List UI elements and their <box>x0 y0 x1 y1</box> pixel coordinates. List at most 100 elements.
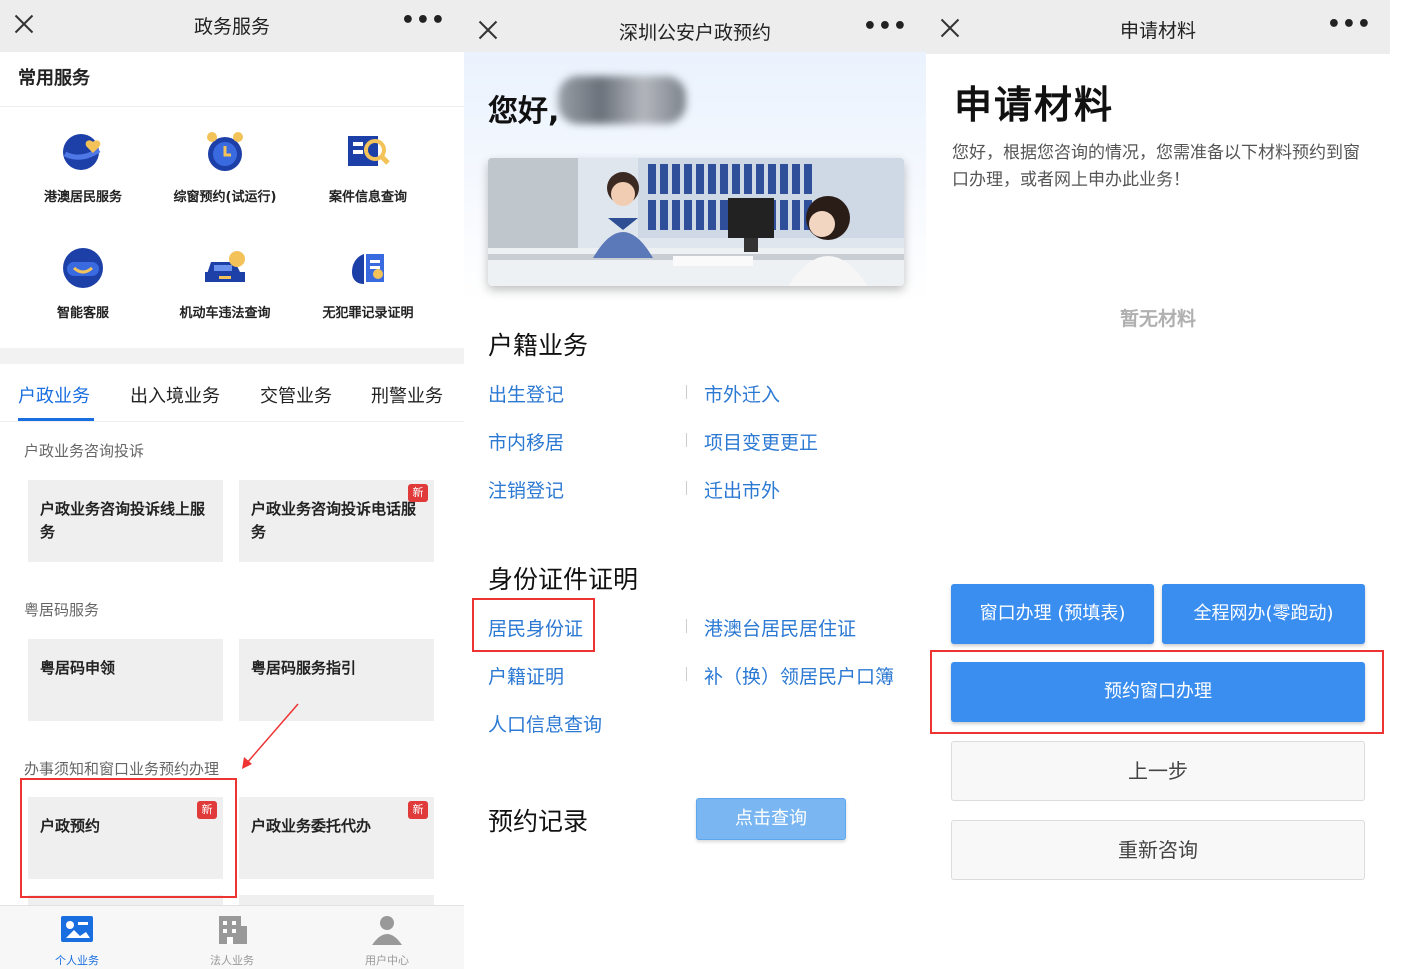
service-window-booking[interactable]: 综窗预约(试运行) <box>150 128 300 205</box>
card-online-complaint[interactable]: 户政业务咨询投诉线上服务 <box>28 480 223 562</box>
link-city-relocation[interactable]: 市内移居 <box>488 428 564 455</box>
service-label: 案件信息查询 <box>328 190 407 205</box>
query-records-button[interactable]: 点击查询 <box>696 798 846 840</box>
screen-gov-services: 政务服务 ••• 常用服务 港澳居民服务 综窗预约(试运行) 案件信息查询 智能… <box>0 0 464 969</box>
robot-smile-icon <box>59 244 107 292</box>
window-service-button[interactable]: 窗口办理 (预填表) <box>951 584 1154 644</box>
nav-personal[interactable]: 个人业务 <box>27 914 127 968</box>
bottom-navigation: 个人业务 法人业务 用户中心 <box>0 905 464 969</box>
card-label: 粤居码申领 <box>40 659 116 677</box>
card-label: 户政业务咨询投诉电话服务 <box>251 500 417 541</box>
highlight-box <box>930 650 1384 734</box>
section-title-records: 预约记录 <box>488 807 589 836</box>
service-vehicle-violation[interactable]: 机动车违法查询 <box>150 244 300 321</box>
link-population-info-query[interactable]: 人口信息查询 <box>488 710 602 737</box>
divider <box>0 106 464 107</box>
page-title: 深圳公安户政预约 <box>618 22 771 44</box>
right-margin <box>1390 0 1408 969</box>
title-bar: 申请材料 ••• <box>926 0 1390 54</box>
nav-label: 用户中心 <box>365 954 409 967</box>
building-icon <box>215 914 249 946</box>
more-menu-icon[interactable]: ••• <box>401 8 446 33</box>
divider <box>686 667 687 681</box>
close-icon[interactable] <box>938 16 962 40</box>
hand-document-icon <box>344 244 392 292</box>
title-bar: 政务服务 ••• <box>0 0 464 52</box>
close-icon[interactable] <box>476 18 500 42</box>
group-title: 户政业务咨询投诉 <box>24 442 145 460</box>
annotation-arrow <box>242 703 299 769</box>
empty-state: 暂无材料 <box>1119 308 1196 330</box>
service-label: 无犯罪记录证明 <box>322 306 414 321</box>
page-title: 申请材料 <box>1119 20 1196 42</box>
user-icon <box>370 914 404 946</box>
card-residence-code-apply[interactable]: 粤居码申领 <box>28 639 223 721</box>
page-title: 政务服务 <box>193 16 270 38</box>
business-tabs: 户政业务 出入境业务 交管业务 刑警业务 <box>0 372 464 422</box>
nav-label: 法人业务 <box>210 954 254 967</box>
divider <box>686 481 687 495</box>
card-household-proxy[interactable]: 户政业务委托代办 新 <box>239 797 434 879</box>
close-icon[interactable] <box>12 12 36 36</box>
car-icon <box>201 244 249 292</box>
title-bar: 深圳公安户政预约 ••• <box>464 0 926 52</box>
tab-household[interactable]: 户政业务 <box>18 382 90 408</box>
banner-photo <box>488 158 904 286</box>
nav-user-center[interactable]: 用户中心 <box>337 914 437 968</box>
search-document-icon <box>344 128 392 176</box>
highlight-box <box>472 598 595 652</box>
divider <box>686 433 687 447</box>
link-deregistration[interactable]: 注销登记 <box>488 476 564 503</box>
link-info-correction[interactable]: 项目变更更正 <box>704 428 818 455</box>
section-title: 常用服务 <box>18 68 90 89</box>
service-label: 港澳居民服务 <box>43 190 122 205</box>
personal-card-icon <box>60 914 94 946</box>
online-service-button[interactable]: 全程网办(零跑动) <box>1162 584 1365 644</box>
link-household-register-replace[interactable]: 补（换）领居民户口簿 <box>704 662 894 689</box>
materials-heading: 申请材料 <box>954 83 1115 127</box>
materials-description: 您好，根据您咨询的情况，您需准备以下材料预约到窗口办理，或者网上申办此业务！ <box>952 143 1360 190</box>
link-move-in[interactable]: 市外迁入 <box>704 380 780 407</box>
section-title-id-documents: 身份证件证明 <box>488 565 639 594</box>
section-separator <box>0 348 464 364</box>
screen-household-booking: 深圳公安户政预约 ••• 您好, 户籍业务 出生登记 市外迁入 市内移居 项目变… <box>464 0 926 969</box>
group-title: 办事须知和窗口业务预约办理 <box>24 760 220 778</box>
link-birth-registration[interactable]: 出生登记 <box>488 380 564 407</box>
divider <box>686 619 687 633</box>
blurred-username <box>558 76 686 124</box>
more-menu-icon[interactable]: ••• <box>863 14 908 39</box>
service-hk-macau-residents[interactable]: 港澳居民服务 <box>8 128 158 205</box>
card-label: 户政业务咨询投诉线上服务 <box>40 500 206 541</box>
more-menu-icon[interactable]: ••• <box>1327 12 1372 37</box>
link-move-out[interactable]: 迁出市外 <box>704 476 780 503</box>
previous-step-button[interactable]: 上一步 <box>951 741 1365 801</box>
nav-label: 个人业务 <box>55 954 99 967</box>
screen-application-materials: 申请材料 ••• 申请材料 您好，根据您咨询的情况，您需准备以下材料预约到窗口办… <box>926 0 1390 969</box>
reconsult-button[interactable]: 重新咨询 <box>951 820 1365 880</box>
service-label: 智能客服 <box>56 306 109 321</box>
tab-criminal[interactable]: 刑警业务 <box>371 382 443 408</box>
new-badge: 新 <box>408 484 428 502</box>
greeting: 您好, <box>488 94 560 129</box>
service-label: 综窗预约(试运行) <box>173 190 277 205</box>
nav-corporate[interactable]: 法人业务 <box>182 914 282 968</box>
tab-traffic[interactable]: 交管业务 <box>260 382 332 408</box>
link-household-certificate[interactable]: 户籍证明 <box>488 662 564 689</box>
service-no-criminal-record[interactable]: 无犯罪记录证明 <box>293 244 443 321</box>
card-label: 户政业务委托代办 <box>251 817 372 835</box>
new-badge: 新 <box>408 801 428 819</box>
tab-entry-exit[interactable]: 出入境业务 <box>130 382 220 408</box>
alarm-clock-icon <box>201 128 249 176</box>
divider <box>686 385 687 399</box>
globe-heart-icon <box>59 128 107 176</box>
service-case-inquiry[interactable]: 案件信息查询 <box>293 128 443 205</box>
card-label: 粤居码服务指引 <box>251 659 357 677</box>
card-partial <box>239 895 434 905</box>
service-label: 机动车违法查询 <box>179 306 271 321</box>
section-title-household: 户籍业务 <box>488 331 589 360</box>
service-smart-support[interactable]: 智能客服 <box>8 244 158 321</box>
highlight-box <box>20 778 237 898</box>
active-tab-indicator <box>18 418 94 421</box>
card-phone-complaint[interactable]: 户政业务咨询投诉电话服务 新 <box>239 480 434 562</box>
link-residence-permit[interactable]: 港澳台居民居住证 <box>704 614 856 641</box>
